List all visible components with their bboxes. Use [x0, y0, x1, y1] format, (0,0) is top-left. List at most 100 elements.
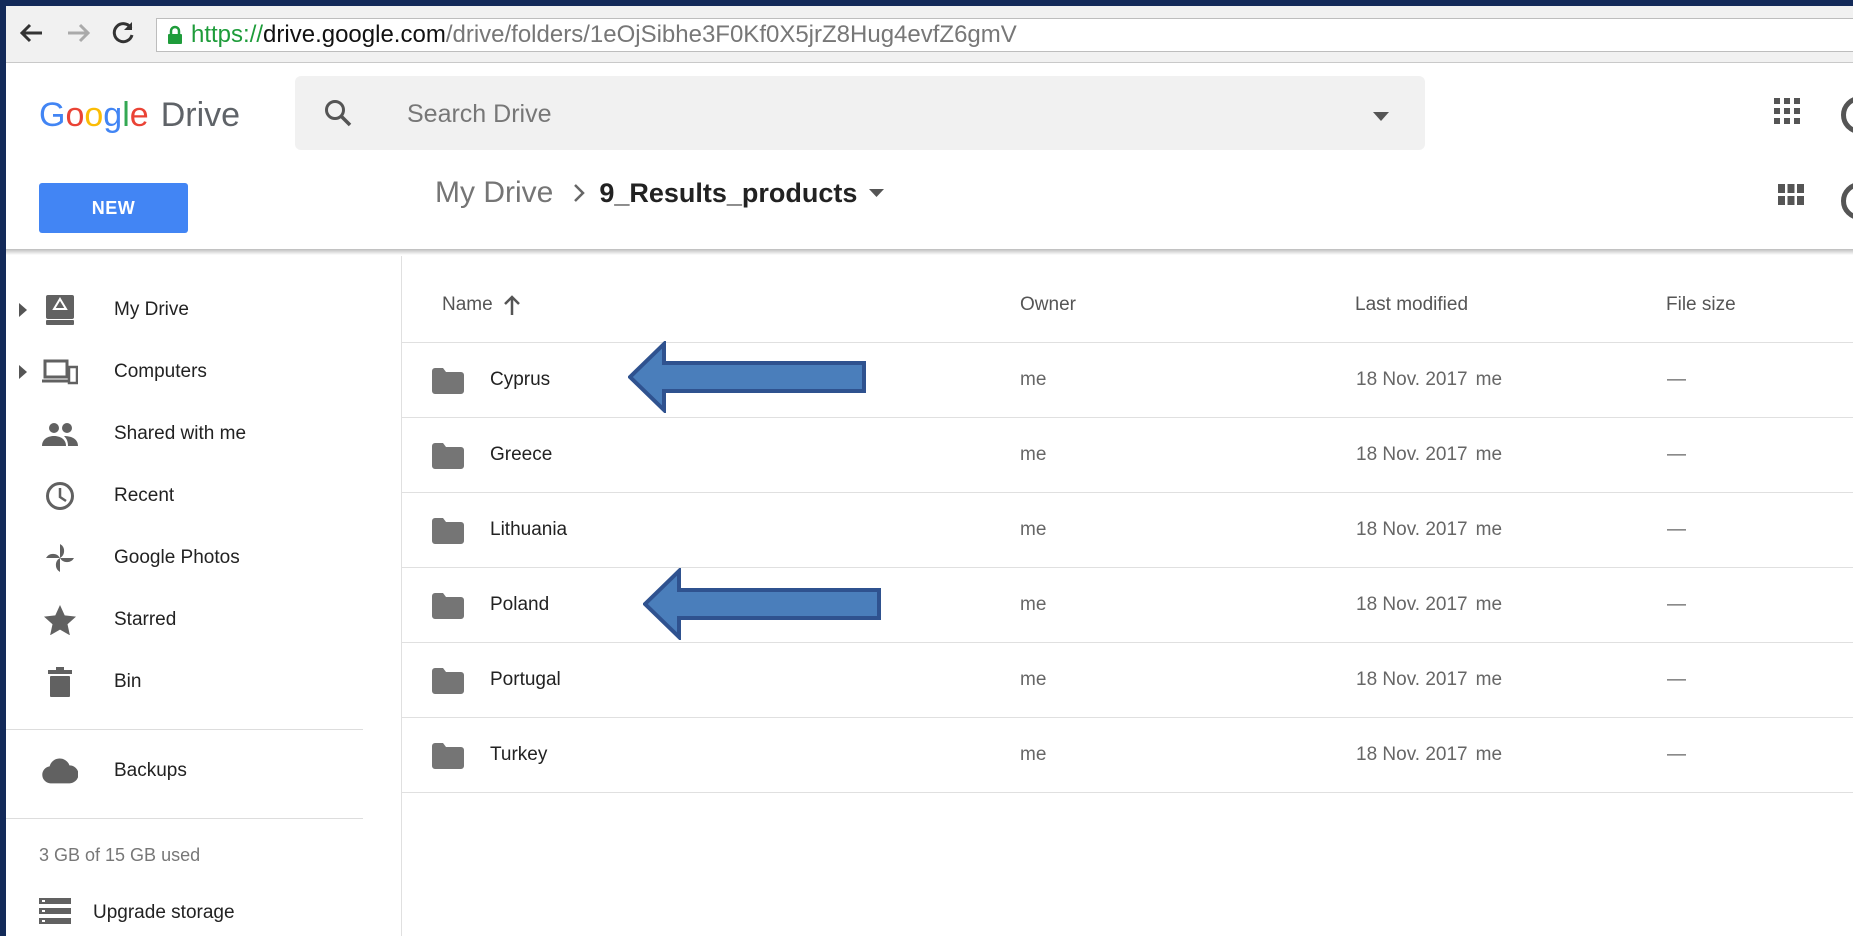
sidebar-item-label: Shared with me — [114, 423, 247, 444]
file-size: — — [1667, 594, 1686, 615]
file-name[interactable]: Cyprus — [490, 369, 550, 391]
google-drive-logo[interactable]: Google Drive — [39, 96, 240, 135]
people-icon — [42, 418, 78, 450]
sidebar-item-label: Backups — [114, 760, 187, 781]
sidebar-item-label: Recent — [114, 485, 175, 506]
table-row-turkey[interactable]: Turkey me 18 Nov. 2017 me — — [402, 718, 1853, 793]
file-owner: me — [1020, 669, 1047, 690]
file-size: — — [1667, 519, 1686, 540]
file-name[interactable]: Lithuania — [490, 519, 567, 541]
search-options-chevron-icon[interactable] — [1373, 108, 1389, 126]
file-last-modified: 18 Nov. 2017 me — [1356, 369, 1502, 391]
search-icon[interactable] — [323, 98, 353, 133]
expand-arrow-icon[interactable] — [19, 365, 27, 384]
sidebar-divider — [6, 818, 363, 819]
column-header-file-size[interactable]: File size — [1666, 294, 1736, 316]
header-divider — [6, 249, 1853, 255]
logo-product-name: Drive — [160, 96, 241, 134]
info-icon[interactable] — [1841, 182, 1853, 220]
sidebar-item-label: Computers — [114, 361, 207, 382]
file-last-modified: 18 Nov. 2017 me — [1356, 669, 1502, 691]
sidebar: My Drive Computers Shared with me Recent — [6, 256, 401, 936]
file-size: — — [1667, 369, 1686, 390]
sort-ascending-arrow-icon[interactable] — [503, 295, 521, 315]
search-input[interactable] — [405, 96, 1309, 132]
file-size: — — [1667, 444, 1686, 465]
file-name[interactable]: Greece — [490, 444, 552, 466]
new-button[interactable]: NEW — [39, 183, 188, 233]
modified-date: 18 Nov. 2017 — [1356, 669, 1468, 690]
sidebar-item-label: Bin — [114, 671, 142, 692]
apps-grid-icon[interactable] — [1774, 98, 1800, 129]
expand-arrow-icon[interactable] — [19, 303, 27, 322]
grid-view-icon[interactable] — [1778, 184, 1804, 211]
file-name[interactable]: Turkey — [490, 744, 547, 766]
modified-by: me — [1475, 594, 1503, 615]
lock-icon — [167, 25, 183, 45]
table-row-portugal[interactable]: Portugal me 18 Nov. 2017 me — — [402, 643, 1853, 718]
table-row-greece[interactable]: Greece me 18 Nov. 2017 me — — [402, 418, 1853, 493]
modified-date: 18 Nov. 2017 — [1356, 594, 1468, 615]
file-list: Name Owner Last modified File size Cypru… — [401, 256, 1853, 936]
file-size: — — [1667, 744, 1686, 765]
modified-date: 18 Nov. 2017 — [1356, 369, 1468, 390]
sidebar-item-label: Starred — [114, 609, 177, 630]
file-owner: me — [1020, 519, 1047, 540]
table-row-lithuania[interactable]: Lithuania me 18 Nov. 2017 me — — [402, 493, 1853, 568]
url-path: /drive/folders/1eOjSibhe3F0Kf0X5jrZ8Hug4… — [445, 21, 1017, 48]
sidebar-item-my-drive[interactable]: My Drive — [6, 282, 366, 338]
sidebar-item-starred[interactable]: Starred — [6, 592, 366, 648]
star-icon — [42, 604, 78, 636]
column-header-last-modified[interactable]: Last modified — [1355, 294, 1468, 316]
file-owner: me — [1020, 744, 1047, 765]
sidebar-item-computers[interactable]: Computers — [6, 344, 366, 400]
drive-icon — [42, 294, 78, 326]
search-bar[interactable] — [295, 76, 1425, 150]
annotation-arrow-cyprus — [628, 341, 866, 413]
logo-letter: o — [65, 96, 85, 134]
modified-by: me — [1475, 744, 1503, 765]
screen-frame: https://drive.google.com/drive/folders/1… — [6, 6, 1853, 936]
modified-by: me — [1475, 369, 1503, 390]
table-row-poland[interactable]: Poland me 18 Nov. 2017 me — — [402, 568, 1853, 643]
file-rows: Cyprus me 18 Nov. 2017 me — Greece me 18 … — [402, 342, 1853, 793]
file-last-modified: 18 Nov. 2017 me — [1356, 519, 1502, 541]
breadcrumb-current-folder[interactable]: 9_Results_products — [599, 178, 857, 209]
breadcrumb-my-drive[interactable]: My Drive — [435, 176, 553, 210]
sidebar-item-backups[interactable]: Backups — [6, 743, 366, 799]
file-size: — — [1667, 669, 1686, 690]
folder-icon — [432, 743, 464, 774]
file-last-modified: 18 Nov. 2017 me — [1356, 444, 1502, 466]
account-avatar-icon[interactable] — [1841, 96, 1853, 134]
sidebar-item-label: My Drive — [114, 299, 189, 320]
logo-letter: o — [84, 96, 104, 134]
url-scheme: https:// — [191, 21, 264, 48]
sidebar-item-shared-with-me[interactable]: Shared with me — [6, 406, 366, 462]
file-last-modified: 18 Nov. 2017 me — [1356, 594, 1502, 616]
folder-menu-chevron-icon[interactable] — [869, 189, 885, 197]
modified-by: me — [1475, 444, 1503, 465]
modified-date: 18 Nov. 2017 — [1356, 744, 1468, 765]
logo-letter: l — [122, 96, 130, 134]
modified-by: me — [1475, 519, 1503, 540]
folder-icon — [432, 518, 464, 549]
reload-icon[interactable] — [110, 20, 136, 46]
file-name[interactable]: Poland — [490, 594, 549, 616]
modified-date: 18 Nov. 2017 — [1356, 519, 1468, 540]
sidebar-item-google-photos[interactable]: Google Photos — [6, 530, 366, 586]
column-header-owner[interactable]: Owner — [1020, 294, 1076, 316]
file-name[interactable]: Portugal — [490, 669, 561, 691]
upgrade-storage-link[interactable]: Upgrade storage — [39, 897, 235, 928]
sidebar-item-recent[interactable]: Recent — [6, 468, 366, 524]
address-bar[interactable]: https://drive.google.com/drive/folders/1… — [156, 18, 1853, 52]
table-row-cyprus[interactable]: Cyprus me 18 Nov. 2017 me — — [402, 343, 1853, 418]
sidebar-item-bin[interactable]: Bin — [6, 654, 366, 710]
back-icon[interactable] — [18, 20, 44, 46]
forward-icon[interactable] — [66, 20, 92, 46]
logo-letter: g — [103, 96, 123, 134]
column-header-name[interactable]: Name — [442, 294, 521, 316]
file-owner: me — [1020, 594, 1047, 615]
folder-icon — [432, 443, 464, 474]
modified-by: me — [1475, 669, 1503, 690]
breadcrumb: My Drive 9_Results_products — [435, 176, 885, 210]
